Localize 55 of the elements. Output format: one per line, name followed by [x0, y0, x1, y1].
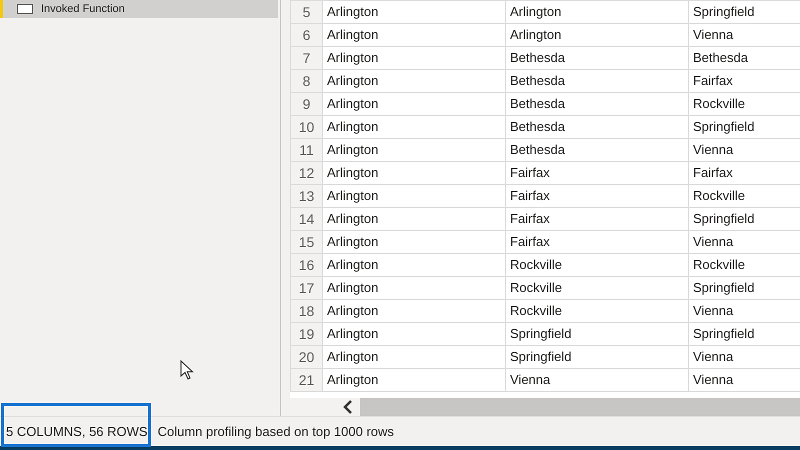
table-cell: Bethesda [506, 46, 688, 70]
column-row-count: 5 COLUMNS, 56 ROWS [6, 422, 148, 441]
table-cell: Fairfax [506, 208, 688, 230]
row-number: 16 [290, 254, 322, 276]
table-cell: Arlington [322, 70, 506, 92]
table-cell: Arlington [506, 24, 688, 46]
row-number: 10 [290, 116, 322, 138]
table-cell: Arlington [322, 254, 506, 276]
table-cell: Bethesda [506, 92, 688, 116]
query-item[interactable]: Invoked Function [0, 0, 278, 18]
row-number: 14 [290, 208, 322, 230]
table-cell: Arlington [322, 322, 506, 346]
table-cell: Fairfax [506, 162, 688, 184]
row-number: 6 [290, 24, 322, 46]
row-number: 8 [290, 70, 322, 92]
row-number: 17 [290, 276, 322, 300]
table-cell: Bethesda [506, 138, 688, 162]
row-number: 11 [290, 138, 322, 162]
row-number: 19 [290, 322, 322, 346]
table-cell: Arlington [322, 184, 506, 208]
row-number: 20 [290, 346, 322, 368]
table-cell: Vienna [506, 368, 688, 392]
table-cell: Arlington [506, 0, 688, 24]
table-cell: Rockville [506, 276, 688, 300]
row-number: 18 [290, 300, 322, 322]
table-cell: Bethesda [506, 116, 688, 138]
table-cell: Springfield [506, 322, 688, 346]
table-cell: Springfield [688, 0, 800, 24]
table-cell: Bethesda [506, 70, 688, 92]
table-cell: Arlington [322, 92, 506, 116]
table-cell: Arlington [322, 276, 506, 300]
row-number: 5 [290, 0, 322, 24]
table-cell: Arlington [322, 300, 506, 322]
row-number: 12 [290, 162, 322, 184]
table-cell: Arlington [322, 46, 506, 70]
row-number: 13 [290, 184, 322, 208]
table-cell: Fairfax [506, 230, 688, 254]
row-number: 15 [290, 230, 322, 254]
table-cell: Arlington [322, 162, 506, 184]
row-number: 9 [290, 92, 322, 116]
table-cell: Arlington [322, 230, 506, 254]
table-cell: Arlington [322, 208, 506, 230]
row-number: 7 [290, 46, 322, 70]
table-cell: Arlington [322, 0, 506, 24]
table-cell: Arlington [322, 24, 506, 46]
table-cell: Arlington [322, 116, 506, 138]
table-cell: Arlington [322, 138, 506, 162]
table-cell: Rockville [506, 300, 688, 322]
table-cell: Rockville [506, 254, 688, 276]
table-cell: Arlington [322, 368, 506, 392]
table-cell: Arlington [322, 346, 506, 368]
table-cell: Fairfax [506, 184, 688, 208]
table-cell: Springfield [506, 346, 688, 368]
row-number: 21 [290, 368, 322, 392]
profiling-status: Column profiling based on top 1000 rows [158, 422, 394, 441]
